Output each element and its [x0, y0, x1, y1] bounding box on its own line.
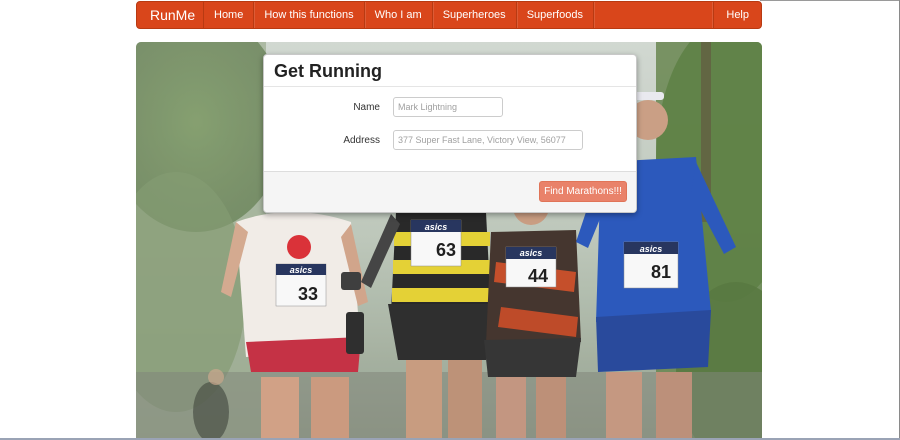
name-input[interactable]	[393, 97, 503, 117]
top-navbar: RunMe Home How this functions Who I am S…	[136, 1, 762, 29]
name-row: Name	[264, 97, 636, 119]
brand-logo[interactable]: RunMe	[137, 2, 204, 28]
page: RunMe Home How this functions Who I am S…	[0, 0, 900, 440]
nav-who-i-am[interactable]: Who I am	[365, 2, 433, 28]
address-input[interactable]	[393, 130, 583, 150]
get-running-form: Get Running Name Address Find Marathons!…	[263, 54, 637, 213]
address-label: Address	[343, 135, 380, 146]
form-footer: Find Marathons!!!	[264, 171, 636, 212]
nav-superheroes[interactable]: Superheroes	[433, 2, 517, 28]
form-title: Get Running	[264, 55, 636, 87]
window-top-border	[760, 0, 900, 1]
find-marathons-button[interactable]: Find Marathons!!!	[539, 181, 627, 202]
nav-superfoods[interactable]: Superfoods	[517, 2, 594, 28]
address-row: Address	[264, 130, 636, 152]
nav-how-this-functions[interactable]: How this functions	[254, 2, 365, 28]
nav-help[interactable]: Help	[713, 2, 761, 28]
name-label: Name	[353, 102, 380, 113]
nav-home[interactable]: Home	[204, 2, 255, 28]
